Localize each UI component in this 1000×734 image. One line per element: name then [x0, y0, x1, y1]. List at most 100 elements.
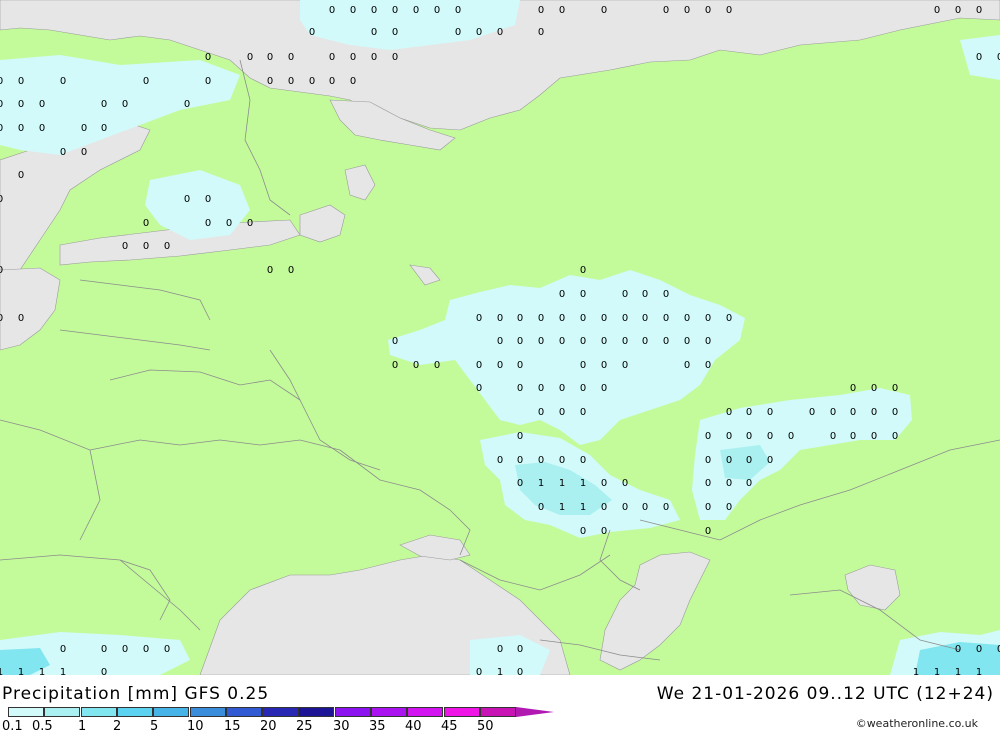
- precip-value-label: 0: [371, 5, 377, 16]
- precip-value-label: 0: [517, 336, 523, 347]
- precip-value-label: 0: [559, 336, 565, 347]
- precip-value-label: 0: [622, 313, 628, 324]
- legend-swatch: [479, 707, 516, 717]
- precip-value-label: 0: [705, 313, 711, 324]
- precip-value-label: 0: [288, 76, 294, 87]
- precip-value-label: 0: [143, 76, 149, 87]
- precip-value-label: 0: [538, 5, 544, 16]
- legend-arrow: [516, 707, 555, 717]
- precip-value-label: 0: [0, 123, 3, 134]
- precip-value-label: 0: [580, 360, 586, 371]
- precip-value-label: 0: [892, 431, 898, 442]
- precip-value-label: 0: [809, 407, 815, 418]
- precip-value-label: 0: [976, 5, 982, 16]
- precip-value-label: 0: [18, 76, 24, 87]
- precip-value-label: 0: [101, 644, 107, 655]
- precip-value-label: 0: [663, 502, 669, 513]
- precip-value-label: 0: [622, 478, 628, 489]
- legend-swatch: [189, 707, 226, 717]
- precip-value-label: 0: [164, 241, 170, 252]
- precip-value-label: 0: [767, 407, 773, 418]
- map-valid-time: We 21-01-2026 09..12 UTC (12+24): [656, 684, 994, 704]
- precip-value-label: 0: [288, 52, 294, 63]
- precip-value-label: 0: [184, 99, 190, 110]
- map-title: Precipitation [mm] GFS 0.25: [2, 684, 270, 704]
- precip-value-label: 0: [684, 313, 690, 324]
- precip-value-label: 0: [538, 27, 544, 38]
- credit-text[interactable]: ©weatheronline.co.uk: [856, 717, 978, 730]
- precip-value-label: 0: [247, 52, 253, 63]
- precip-value-label: 1: [538, 478, 544, 489]
- precip-value-label: 0: [601, 502, 607, 513]
- precip-value-label: 0: [392, 336, 398, 347]
- precip-value-label: 1: [934, 667, 940, 675]
- precip-value-label: 0: [0, 194, 3, 205]
- precip-value-label: 0: [309, 27, 315, 38]
- legend-swatch: [153, 707, 190, 717]
- precip-value-label: 0: [663, 313, 669, 324]
- precip-value-label: 0: [143, 644, 149, 655]
- precip-value-label: 0: [705, 336, 711, 347]
- caspian-sea: [599, 551, 711, 671]
- legend-tick-label: 0.5: [32, 719, 53, 734]
- legend-tick-label: 1: [78, 719, 87, 734]
- precip-value-label: 0: [705, 478, 711, 489]
- precip-value-label: 0: [601, 5, 607, 16]
- precip-value-label: 1: [976, 667, 982, 675]
- precip-value-label: 0: [788, 431, 794, 442]
- precip-value-label: 0: [601, 383, 607, 394]
- precip-value-label: 0: [705, 360, 711, 371]
- precip-value-label: 0: [371, 27, 377, 38]
- precip-value-label: 0: [497, 27, 503, 38]
- precip-value-label: 0: [726, 455, 732, 466]
- precip-value-label: 0: [601, 478, 607, 489]
- precip-value-label: 0: [18, 170, 24, 181]
- precip-value-label: 0: [538, 455, 544, 466]
- precip-value-label: 0: [122, 99, 128, 110]
- precip-value-label: 0: [726, 407, 732, 418]
- precip-value-label: 1: [580, 478, 586, 489]
- precip-value-label: 0: [101, 667, 107, 675]
- precip-value-label: 0: [934, 5, 940, 16]
- legend-tick-label: 40: [405, 719, 422, 734]
- precip-value-label: 0: [517, 313, 523, 324]
- precip-value-label: 0: [705, 502, 711, 513]
- precip-value-label: 0: [517, 478, 523, 489]
- precip-value-label: 0: [39, 123, 45, 134]
- legend-tick-label: 10: [187, 719, 204, 734]
- legend-swatch: [443, 707, 480, 717]
- precip-value-label: 0: [476, 360, 482, 371]
- precip-value-label: 0: [205, 52, 211, 63]
- precip-value-label: 0: [517, 667, 523, 675]
- precip-value-label: 0: [767, 431, 773, 442]
- precip-value-label: 0: [663, 289, 669, 300]
- precip-value-label: 0: [580, 313, 586, 324]
- precip-value-label: 0: [726, 502, 732, 513]
- precip-value-label: 0: [143, 218, 149, 229]
- precip-value-label: 0: [0, 313, 3, 324]
- precip-value-label: 0: [350, 5, 356, 16]
- border-romania: [0, 554, 201, 631]
- map-canvas: 0 0 0 0 0 0 0 0 0 0 0 0 0 0 0 0 0 0 0 0 0 0 0 0 0 0 0 0 0 0 0 0 0 0 0 0 0 0 0 0…: [0, 0, 1000, 675]
- precip-value-label: 0: [892, 407, 898, 418]
- legend-swatch: [298, 707, 335, 717]
- precip-value-label: 1: [580, 502, 586, 513]
- precip-value-label: 0: [205, 218, 211, 229]
- precip-value-label: 1: [39, 667, 45, 675]
- border-kazakhstan-west: [599, 529, 641, 591]
- precip-value-label: 0: [497, 455, 503, 466]
- precip-value-label: 0: [476, 27, 482, 38]
- precip-value-label: 0: [497, 644, 503, 655]
- baltic-south: [0, 267, 61, 351]
- precip-value-label: 0: [143, 241, 149, 252]
- legend-tick-label: 5: [150, 719, 159, 734]
- precip-value-label: 0: [684, 360, 690, 371]
- precip-value-label: 0: [205, 76, 211, 87]
- precip-value-label: 0: [559, 5, 565, 16]
- legend-tick-label: 2: [113, 719, 122, 734]
- precip-value-label: 1: [497, 667, 503, 675]
- precip-value-label: 0: [329, 76, 335, 87]
- precip-value-label: 0: [309, 76, 315, 87]
- precip-value-label: 0: [705, 526, 711, 537]
- precip-value-label: 0: [559, 455, 565, 466]
